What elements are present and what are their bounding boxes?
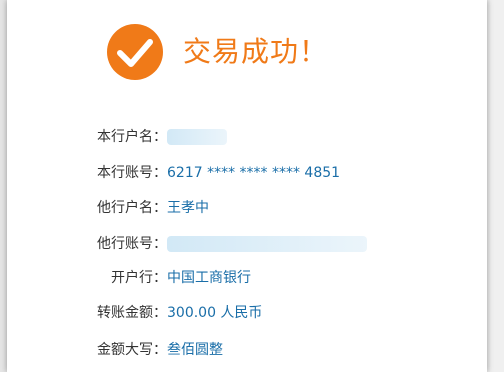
- detail-label: 本行户名：: [97, 129, 167, 145]
- redacted-value: [167, 129, 227, 145]
- detail-row-amount-words: 金额大写： 叁佰圆整: [7, 340, 487, 360]
- detail-value: 王孝中: [167, 200, 209, 216]
- detail-label: 本行账号：: [97, 165, 167, 181]
- background-window-right: [490, 0, 504, 372]
- detail-row-payer-account: 本行账号： 6217 **** **** **** 4851: [7, 163, 487, 183]
- checkmark-circle-icon: [107, 24, 163, 80]
- detail-row-bank: 开户行： 中国工商银行: [7, 268, 487, 288]
- detail-row-payee-account: 他行账号：: [7, 234, 487, 254]
- detail-row-payee-name: 他行户名： 王孝中: [7, 198, 487, 218]
- detail-value: 6217 **** **** **** 4851: [167, 165, 341, 181]
- detail-label: 他行户名：: [97, 200, 167, 216]
- detail-label: 金额大写：: [97, 342, 167, 358]
- detail-value: 300.00 人民币: [167, 305, 263, 321]
- detail-row-amount: 转账金额： 300.00 人民币: [7, 303, 487, 323]
- detail-label: 转账金额：: [97, 305, 167, 321]
- detail-label: 开户行：: [111, 270, 167, 286]
- transfer-success-panel: 交易成功！ 本行户名： 本行账号： 6217 **** **** **** 48…: [7, 0, 487, 372]
- detail-value: 中国工商银行: [167, 270, 251, 286]
- detail-value: 叁佰圆整: [167, 342, 223, 358]
- detail-row-payer-name: 本行户名：: [7, 127, 487, 147]
- redacted-value: [167, 236, 367, 252]
- success-title: 交易成功！: [183, 35, 329, 68]
- detail-label: 他行账号：: [97, 236, 167, 252]
